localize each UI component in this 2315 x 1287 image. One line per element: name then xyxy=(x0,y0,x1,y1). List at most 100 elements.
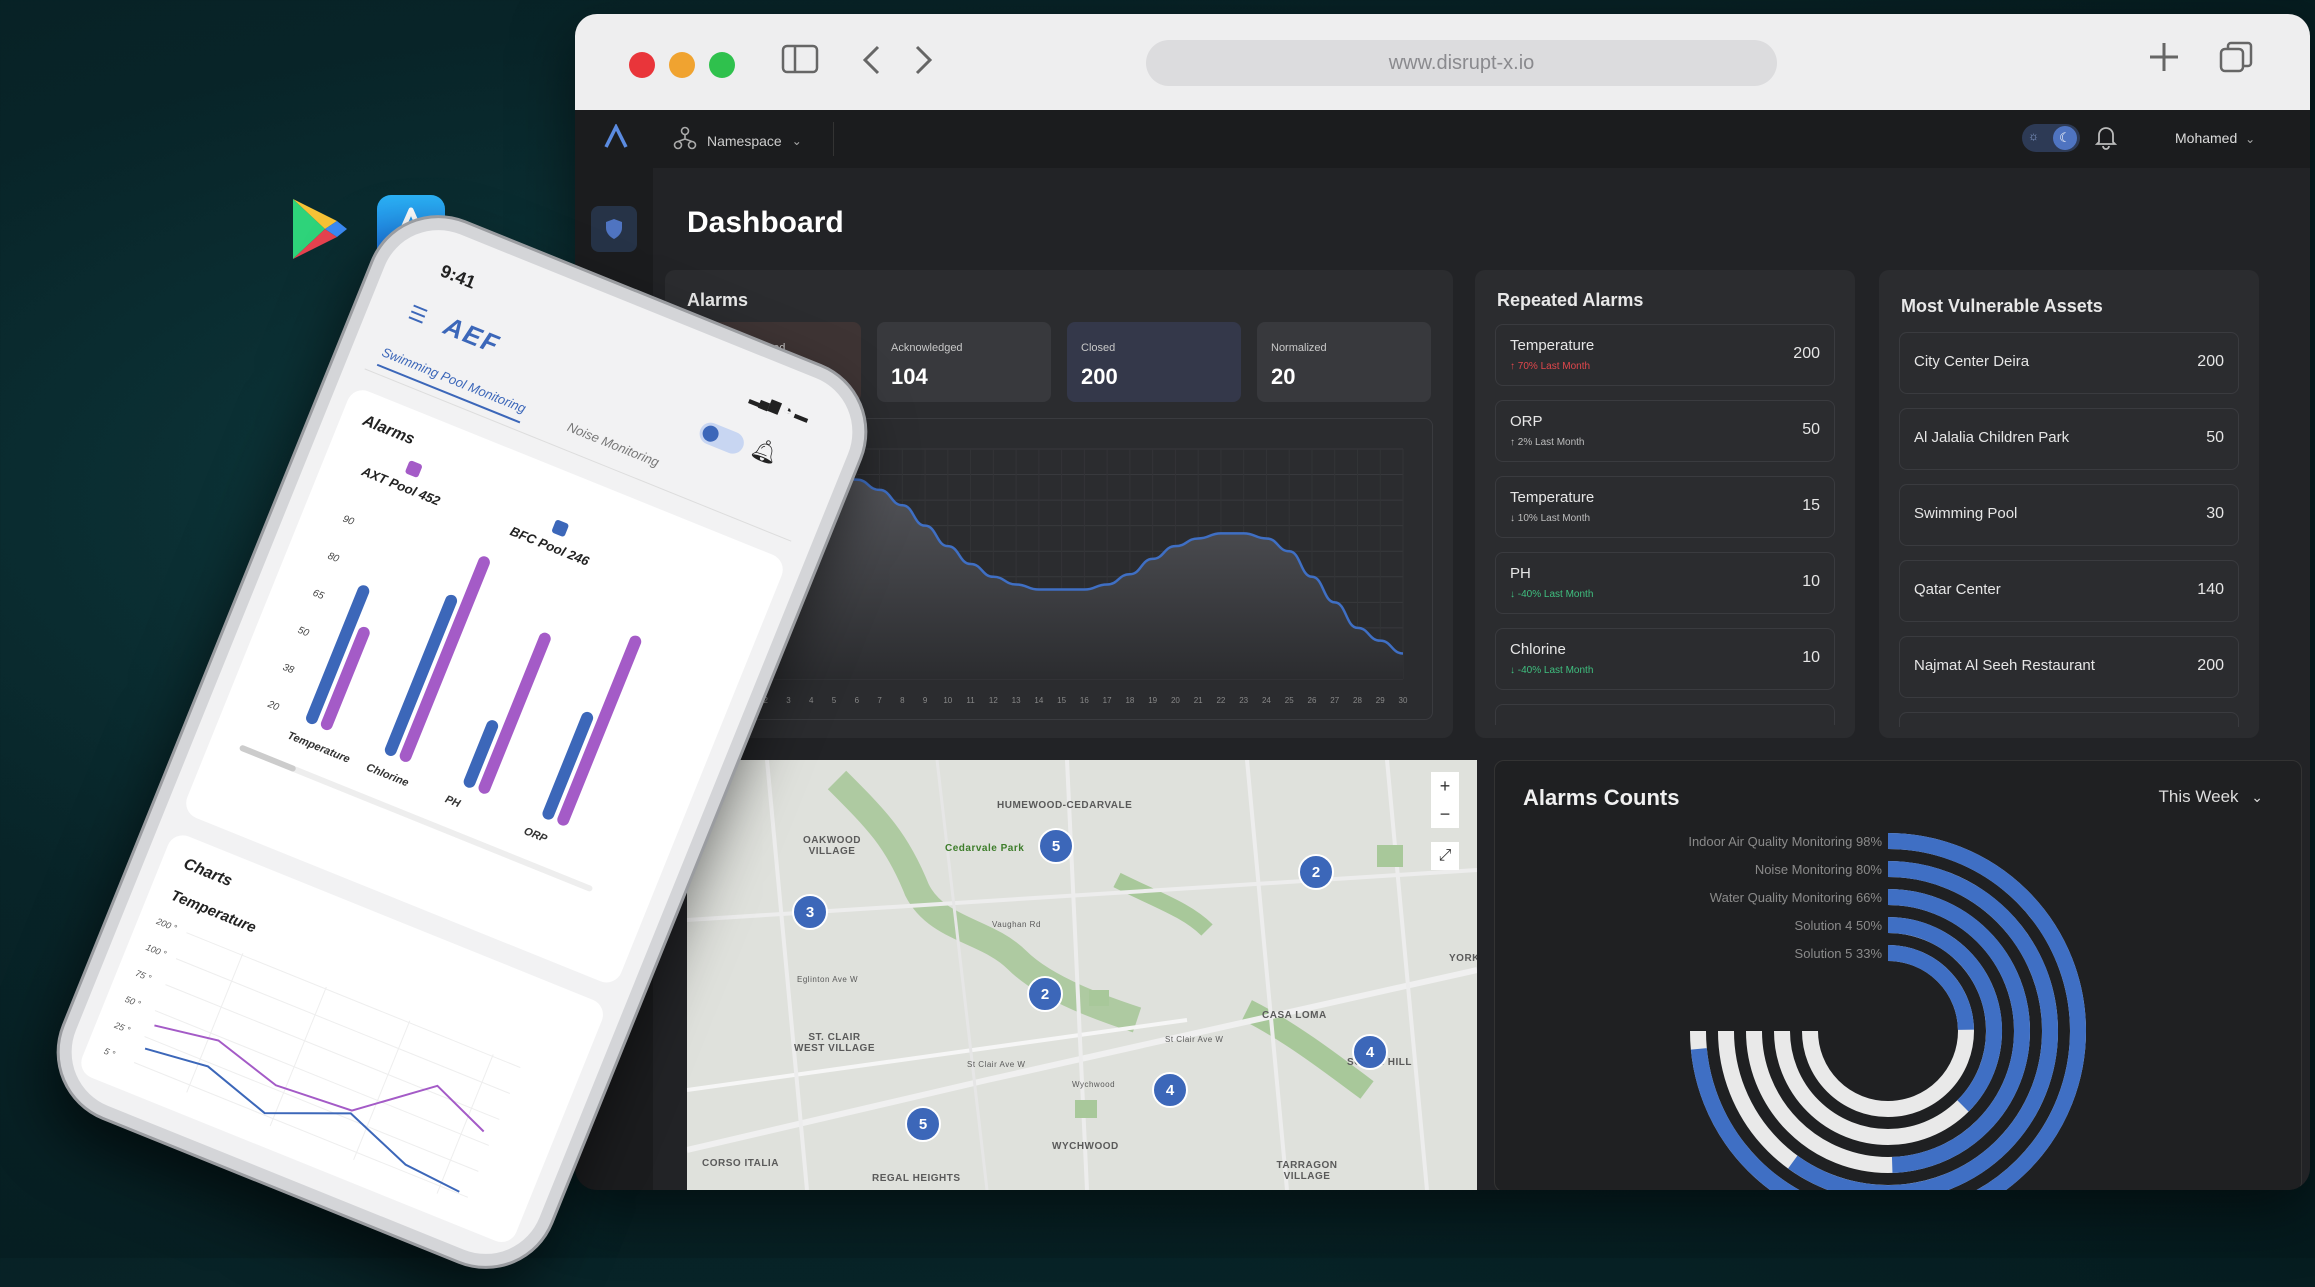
ring-label: Indoor Air Quality Monitoring 98% xyxy=(1688,834,1882,849)
fullscreen-icon[interactable]: ⤢ xyxy=(1431,842,1459,870)
back-icon[interactable] xyxy=(860,44,882,84)
asset-row[interactable]: City Center Deira 200 xyxy=(1899,332,2239,394)
stat-acknowledged[interactable]: Acknowledged 104 xyxy=(877,322,1051,402)
user-menu[interactable]: Mohamed ⌄ xyxy=(2175,130,2255,146)
phone-theme-toggle[interactable] xyxy=(696,419,748,457)
alarm-name: Temperature xyxy=(1510,337,1595,354)
bar-tick-label: 20 xyxy=(265,699,281,714)
zoom-in-button[interactable]: + xyxy=(1431,772,1459,800)
map-label: YORKVILLE xyxy=(1449,953,1477,964)
stat-closed[interactable]: Closed 200 xyxy=(1067,322,1241,402)
map-label: CASA LOMA xyxy=(1262,1010,1327,1021)
asset-name: Swimming Pool xyxy=(1914,505,2018,522)
map-cluster[interactable]: 5 xyxy=(905,1106,941,1142)
asset-row[interactable]: Al Jalalia Children Park 50 xyxy=(1899,408,2239,470)
bar-tick-label: 50 xyxy=(296,625,311,640)
repeated-alarm-row[interactable]: ORP ↑ 2% Last Month 50 xyxy=(1495,400,1835,462)
close-window-button[interactable] xyxy=(629,52,655,78)
map-label: HUMEWOOD-CEDARVALE xyxy=(997,800,1133,811)
legend-swatch-bfc xyxy=(551,519,570,538)
minimize-window-button[interactable] xyxy=(669,52,695,78)
theme-toggle[interactable]: ☼ ☾ xyxy=(2022,124,2080,152)
x-tick-label: 10 xyxy=(943,696,952,705)
forward-icon[interactable] xyxy=(913,44,935,84)
alarms-title: Alarms xyxy=(687,290,749,310)
user-chevron-icon: ⌄ xyxy=(2245,132,2256,146)
map-label: Vaughan Rd xyxy=(992,920,1041,929)
repeated-alarm-row[interactable]: PH ↓ -40% Last Month 10 xyxy=(1495,552,1835,614)
repeated-alarm-row[interactable]: Chlorine ↓ -40% Last Month 10 xyxy=(1495,628,1835,690)
repeated-alarm-row[interactable]: Temperature ↑ 70% Last Month 200 xyxy=(1495,324,1835,386)
maximize-window-button[interactable] xyxy=(709,52,735,78)
vulnerable-assets-title: Most Vulnerable Assets xyxy=(1901,296,2103,316)
tabs-overview-icon[interactable] xyxy=(2218,40,2254,84)
temp-tick-label: 100 ° xyxy=(144,942,168,959)
temp-tick-label: 5 ° xyxy=(103,1046,117,1060)
x-tick-label: 6 xyxy=(855,696,860,705)
asset-row[interactable]: Swimming Pool 30 xyxy=(1899,484,2239,546)
asset-row[interactable]: Qatar Center 140 xyxy=(1899,560,2239,622)
ring-label: Solution 4 50% xyxy=(1795,918,1883,933)
map-label: Eglinton Ave W xyxy=(797,975,859,984)
temp-line-bfc xyxy=(144,1047,460,1193)
map-cluster[interactable]: 5 xyxy=(1038,828,1074,864)
stat-normalized[interactable]: Normalized 20 xyxy=(1257,322,1431,402)
bar-axt xyxy=(478,632,551,794)
alarm-name: ORP xyxy=(1510,413,1543,430)
bar-tick-label: 38 xyxy=(281,662,296,677)
app-topbar: Namespace ⌄ ☼ ☾ Mohamed ⌄ xyxy=(575,110,2310,169)
phone-line-chart: 200 ° 100 ° 75 ° 50 ° 25 ° 5 ° xyxy=(103,916,521,1198)
map-label: WYCHWOOD xyxy=(1052,1141,1119,1152)
phone-bell-icon[interactable]: 🔔︎ xyxy=(747,434,783,469)
url-bar[interactable]: www.disrupt-x.io xyxy=(1146,40,1777,86)
map-cluster[interactable]: 3 xyxy=(792,894,828,930)
alarms-map[interactable]: HUMEWOOD-CEDARVALE OAKWOOD VILLAGE Cedar… xyxy=(687,760,1477,1190)
phone-menu-icon[interactable]: ☰ xyxy=(405,300,431,330)
moon-icon: ☾ xyxy=(2053,126,2077,150)
phone-tab-noise[interactable]: Noise Monitoring xyxy=(565,419,661,469)
ring-label: Noise Monitoring 80% xyxy=(1755,862,1883,877)
phone-toggle-knob xyxy=(700,423,722,445)
new-tab-icon[interactable] xyxy=(2147,40,2181,82)
chevron-down-icon: ⌄ xyxy=(791,133,802,148)
google-play-icon[interactable] xyxy=(285,195,353,263)
sidebar-item-security[interactable] xyxy=(591,206,637,252)
bell-icon[interactable] xyxy=(2094,124,2118,155)
temp-grid-line xyxy=(165,984,500,1120)
bar-tick-label: 65 xyxy=(311,588,326,603)
x-tick-label: 18 xyxy=(1125,696,1134,705)
repeated-alarm-row[interactable]: Temperature ↓ 10% Last Month 15 xyxy=(1495,476,1835,538)
sidebar-toggle-icon[interactable] xyxy=(781,44,819,82)
map-cluster[interactable]: 2 xyxy=(1298,854,1334,890)
map-cluster[interactable]: 4 xyxy=(1152,1072,1188,1108)
ring-label: Solution 5 33% xyxy=(1795,946,1883,961)
bar-category-label: Chlorine xyxy=(364,762,410,790)
zoom-out-button[interactable]: − xyxy=(1431,800,1459,828)
asset-name: Najmat Al Seeh Restaurant xyxy=(1914,657,2095,674)
map-label: OAKWOOD VILLAGE xyxy=(803,835,861,857)
x-tick-label: 25 xyxy=(1285,696,1294,705)
map-cluster[interactable]: 4 xyxy=(1352,1034,1388,1070)
bar-category-label: PH xyxy=(443,793,463,810)
map-cluster[interactable]: 2 xyxy=(1027,976,1063,1012)
temp-grid-line xyxy=(175,958,510,1094)
app-logo-icon[interactable] xyxy=(603,123,629,155)
asset-count: 200 xyxy=(2197,353,2224,370)
x-tick-label: 20 xyxy=(1171,696,1180,705)
x-tick-label: 4 xyxy=(809,696,814,705)
x-tick-label: 28 xyxy=(1353,696,1362,705)
x-tick-label: 16 xyxy=(1080,696,1089,705)
map-label: ST. CLAIR WEST VILLAGE xyxy=(794,1032,875,1054)
ring-value xyxy=(1887,945,1974,1031)
temp-grid-line xyxy=(154,1010,490,1146)
map-label: REGAL HEIGHTS xyxy=(872,1173,961,1184)
phone-alarms-title: Alarms xyxy=(360,412,417,449)
x-tick-label: 17 xyxy=(1103,696,1112,705)
asset-name: Qatar Center xyxy=(1914,581,2001,598)
repeated-alarms-panel: Repeated Alarms Temperature ↑ 70% Last M… xyxy=(1475,270,1855,738)
asset-row[interactable]: Najmat Al Seeh Restaurant 200 xyxy=(1899,636,2239,698)
stat-label: Acknowledged xyxy=(891,342,963,354)
x-tick-label: 23 xyxy=(1239,696,1248,705)
namespace-selector[interactable]: Namespace ⌄ xyxy=(673,126,802,155)
temp-tick-label: 200 ° xyxy=(154,916,179,934)
